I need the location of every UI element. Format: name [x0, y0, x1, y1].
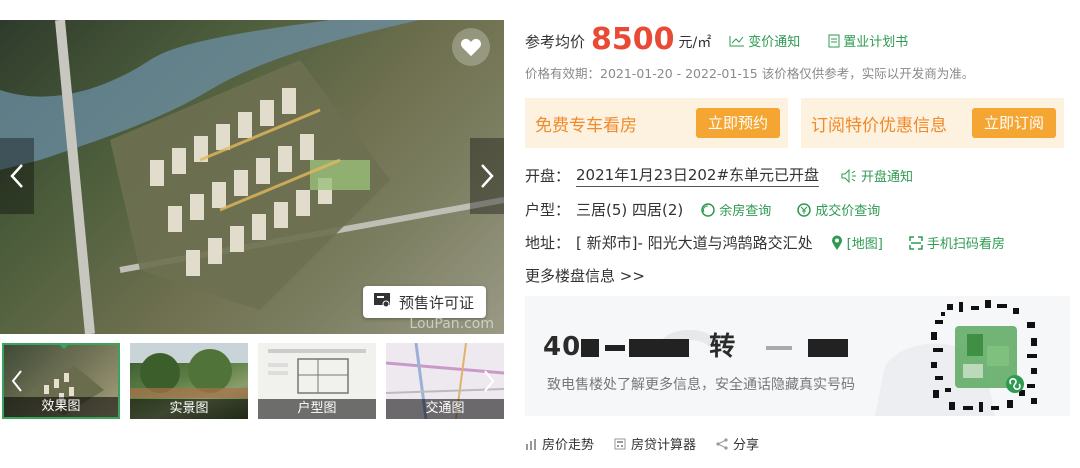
presale-permit-button[interactable]: 预售许可证 [362, 286, 486, 318]
masked-digits [766, 345, 793, 350]
deal-price-label: 成交价查询 [815, 204, 881, 219]
thumb-real-photo[interactable]: 实景图 [130, 343, 248, 419]
search-icon [701, 202, 716, 217]
purchase-plan-link[interactable]: 置业计划书 [828, 31, 908, 50]
map-link[interactable]: [地图] [831, 233, 883, 252]
mortgage-calculator-label: 房贷计算器 [631, 438, 697, 453]
hotline-prefix: 40 [543, 332, 582, 362]
prev-image-arrow-icon[interactable] [0, 138, 34, 214]
map-pin-icon [831, 235, 842, 250]
thumb-floorplan[interactable]: 户型图 [258, 343, 376, 419]
subscribe-now-button[interactable]: 立即订阅 [972, 108, 1056, 138]
favorite-heart-icon[interactable] [452, 28, 490, 66]
opening-label: 开盘： [525, 167, 571, 185]
document-icon [828, 34, 840, 47]
opening-notice-label: 开盘通知 [861, 170, 914, 185]
address-label: 地址： [525, 234, 571, 252]
scan-to-view-link[interactable]: 手机扫码看房 [909, 233, 1005, 252]
remaining-units-link[interactable]: 余房查询 [701, 200, 771, 219]
next-image-arrow-icon[interactable] [470, 138, 504, 214]
free-car-viewing-banner: 免费专车看房 立即预约 [525, 98, 788, 148]
unit-type-value: 三居(5) 四居(2) [576, 201, 684, 219]
promo-text: 免费专车看房 [535, 115, 637, 136]
masked-digits [605, 344, 626, 351]
address-value: [ 新郑市]- 阳光大道与鸿鹄路交汇处 [576, 234, 813, 252]
more-info-link[interactable]: 更多楼盘信息 >> [525, 265, 645, 286]
hotline-tip: 致电售楼处了解更多信息，安全通话隐藏真实号码 [547, 377, 855, 393]
permit-label: 预售许可证 [398, 293, 474, 312]
yuan-coin-icon [797, 202, 812, 217]
deal-price-link[interactable]: 成交价查询 [797, 200, 880, 219]
speaker-icon [841, 168, 857, 183]
price-validity-text: 价格有效期：2021-01-20 - 2022-01-15 该价格仅供参考，实际… [525, 66, 975, 81]
hotline-number[interactable]: 40 转 [543, 326, 849, 363]
price-unit: 元/㎡ [678, 35, 712, 51]
masked-digits [581, 338, 600, 357]
thumbnail-strip: 效果图 实景图 户型图 交通图 [0, 343, 504, 419]
thumbs-next-arrow-icon[interactable] [478, 361, 500, 401]
phone-contact-box: 40 转 致电售楼处了解更多信息，安全通话隐藏真实号码 [525, 296, 1070, 416]
opening-notice-link[interactable]: 开盘通知 [841, 166, 913, 185]
main-rendering-image[interactable]: 预售许可证 LouPan.com [0, 20, 504, 334]
opening-row: 开盘： 2021年1月23日202#东单元已开盘 开盘通知 [525, 164, 913, 187]
price-change-notice-link[interactable]: 变价通知 [729, 31, 800, 50]
trend-line-icon [729, 35, 745, 46]
mini-program-qr-code[interactable] [927, 298, 1045, 416]
certificate-icon [373, 292, 391, 312]
address-row: 地址： [ 新郑市]- 阳光大道与鸿鹄路交汇处 [地图] 手机扫码看房 [525, 232, 1005, 253]
price-change-notice-label: 变价通知 [748, 35, 801, 50]
purchase-plan-label: 置业计划书 [843, 35, 909, 50]
calculator-icon [614, 438, 626, 449]
price-value: 8500 [591, 22, 675, 57]
scan-icon [909, 235, 923, 250]
thumb-label: 户型图 [258, 399, 376, 419]
share-link[interactable]: 分享 [716, 434, 759, 453]
masked-digits [808, 338, 849, 357]
masked-digits [629, 338, 690, 357]
book-now-button[interactable]: 立即预约 [696, 108, 780, 138]
map-link-label: [地图] [846, 237, 883, 252]
site-watermark: LouPan.com [409, 316, 494, 332]
share-label: 分享 [733, 438, 760, 453]
bar-chart-icon [526, 438, 536, 450]
price-trend-link[interactable]: 房价走势 [525, 434, 594, 453]
price-trend-label: 房价走势 [542, 438, 595, 453]
price-row: 参考均价 8500 元/㎡ 变价通知 置业计划书 [525, 24, 908, 56]
price-label: 参考均价 [525, 33, 586, 51]
photo-gallery: 预售许可证 LouPan.com 效果图 实景图 户型图 交通图 [0, 20, 504, 419]
scan-to-view-label: 手机扫码看房 [926, 237, 1005, 252]
subscribe-discount-banner: 订阅特价优惠信息 立即订阅 [801, 98, 1064, 148]
unit-type-label: 户型： [525, 201, 571, 219]
thumbs-prev-arrow-icon[interactable] [6, 361, 28, 401]
thumb-label: 交通图 [386, 399, 504, 419]
promo-text: 订阅特价优惠信息 [811, 115, 947, 136]
share-icon [716, 437, 728, 450]
hotline-transfer: 转 [709, 332, 737, 362]
opening-value[interactable]: 2021年1月23日202#东单元已开盘 [576, 164, 820, 187]
thumb-label: 实景图 [130, 399, 248, 419]
remaining-units-label: 余房查询 [719, 204, 772, 219]
unit-type-row: 户型： 三居(5) 四居(2) 余房查询 成交价查询 [525, 199, 880, 220]
bottom-tools: 房价走势 房贷计算器 分享 [525, 434, 759, 453]
mortgage-calculator-link[interactable]: 房贷计算器 [614, 434, 696, 453]
